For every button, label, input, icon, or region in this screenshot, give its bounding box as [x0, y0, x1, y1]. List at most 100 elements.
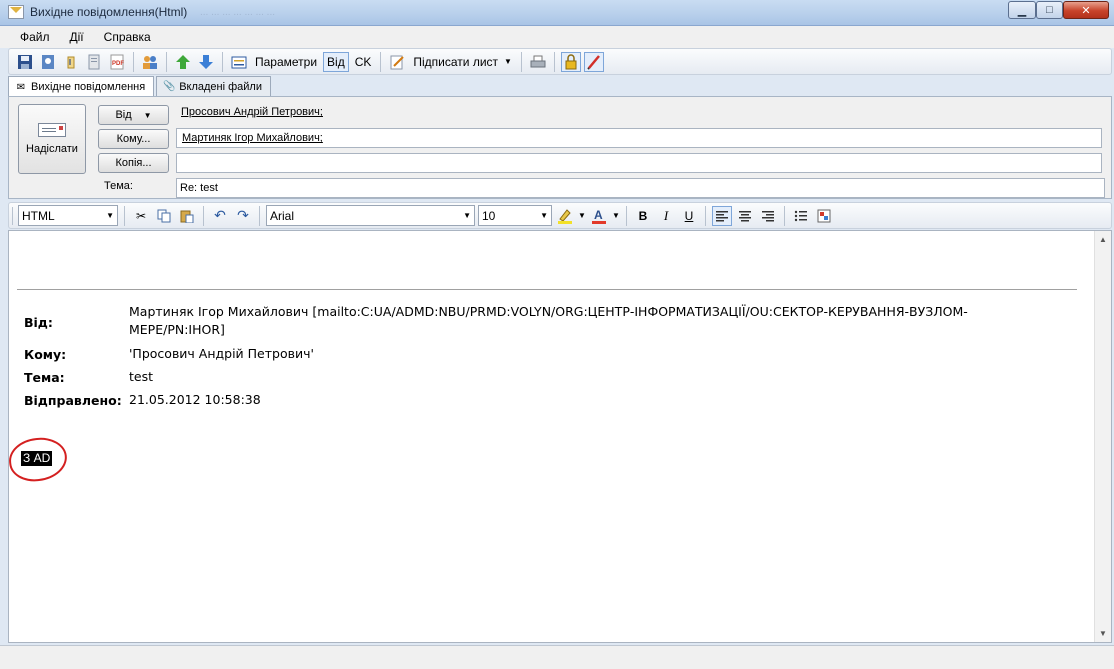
- maximize-icon: □: [1046, 4, 1053, 16]
- toolbar-separator: [203, 205, 204, 226]
- toolbar-separator: [520, 51, 522, 72]
- quoted-sent-label: Відправлено:: [24, 393, 122, 408]
- print-icon[interactable]: [528, 52, 548, 72]
- align-center-icon[interactable]: [735, 206, 755, 226]
- quoted-to-value: 'Просович Андрій Петрович': [129, 346, 314, 361]
- send-button[interactable]: Надіслати: [18, 104, 86, 174]
- ck-button[interactable]: CK: [352, 52, 375, 72]
- toolbar-separator: [124, 205, 125, 226]
- toolbar-separator: [705, 205, 706, 226]
- status-bar: [0, 645, 1114, 669]
- pdf-icon[interactable]: PDF: [107, 52, 127, 72]
- underline-icon[interactable]: U: [679, 206, 699, 226]
- bullet-list-icon[interactable]: [791, 206, 811, 226]
- close-button[interactable]: ✕: [1063, 1, 1109, 19]
- from-address[interactable]: Просович Андрій Петрович;: [181, 106, 323, 118]
- arrow-down-icon[interactable]: [196, 52, 216, 72]
- mode-value: HTML: [22, 208, 55, 223]
- to-button[interactable]: Кому...: [98, 129, 169, 149]
- copy-icon[interactable]: [154, 206, 174, 226]
- chevron-down-icon: ▼: [143, 110, 152, 120]
- align-left-icon[interactable]: [712, 205, 732, 226]
- maximize-button[interactable]: □: [1036, 1, 1063, 19]
- quoted-subject-value: test: [129, 369, 154, 384]
- undo-icon[interactable]: ↶: [210, 206, 230, 226]
- title-bar: Вихідне повідомлення(Html) ... ... ... .…: [0, 0, 1114, 26]
- chevron-down-icon[interactable]: ▼: [612, 206, 620, 226]
- toolbar-separator: [380, 51, 382, 72]
- menu-help[interactable]: Справка: [94, 30, 161, 44]
- from-button[interactable]: Від ▼: [98, 105, 169, 125]
- subject-input[interactable]: Re: test: [176, 178, 1105, 198]
- quoted-from-label: Від:: [24, 315, 53, 330]
- font-select[interactable]: Arial ▼: [266, 205, 475, 226]
- lock-icon[interactable]: [560, 51, 581, 72]
- quoted-sent-value: 21.05.2012 10:58:38: [129, 392, 261, 407]
- svg-text:PDF: PDF: [112, 61, 124, 67]
- font-value: Arial: [270, 208, 295, 223]
- paperclip-icon: 📎: [162, 81, 176, 92]
- attach-icon[interactable]: [61, 52, 81, 72]
- highlight-icon[interactable]: [555, 206, 575, 226]
- red-annotation-circle: [6, 435, 70, 484]
- message-body-editor[interactable]: Від: Мартиняк Ігор Михайлович [mailto:C:…: [6, 230, 1112, 643]
- chevron-down-icon[interactable]: ▼: [578, 206, 586, 226]
- cc-field[interactable]: [176, 153, 1102, 173]
- scroll-up-icon[interactable]: ▲: [1099, 235, 1107, 244]
- font-color-icon[interactable]: A: [589, 206, 609, 226]
- font-size-select[interactable]: 10 ▼: [478, 205, 552, 226]
- menu-bar: Файл Дії Справка: [0, 26, 1114, 48]
- minimize-button[interactable]: ▁: [1008, 1, 1036, 19]
- toolbar-separator: [133, 51, 134, 72]
- paste-icon[interactable]: [177, 206, 197, 226]
- toolbar-separator: [222, 51, 223, 72]
- scroll-down-icon[interactable]: ▼: [1099, 629, 1107, 638]
- envelope-icon: ✉: [16, 81, 26, 93]
- tab-attachments[interactable]: 📎 Вкладені файли: [156, 76, 271, 96]
- tab-label: Вкладені файли: [179, 80, 262, 93]
- sign-letter-button[interactable]: Підписати лист ▼: [410, 52, 515, 72]
- sign-letter-label: Підписати лист: [413, 54, 499, 69]
- send-envelope-icon: [38, 123, 66, 137]
- bold-icon[interactable]: B: [633, 206, 653, 226]
- svg-text:A: A: [594, 208, 603, 222]
- save-icon[interactable]: [15, 52, 35, 72]
- contacts-icon[interactable]: [140, 52, 160, 72]
- quoted-from-value: Мартиняк Ігор Михайлович [mailto:C:UA/AD…: [129, 304, 968, 337]
- pen-icon[interactable]: [583, 51, 604, 72]
- chevron-down-icon: ▼: [106, 211, 114, 220]
- from-toggle-button[interactable]: Від: [323, 51, 349, 72]
- redo-icon[interactable]: ↷: [233, 206, 253, 226]
- chevron-down-icon: ▼: [463, 211, 471, 220]
- quoted-to-label: Кому:: [24, 347, 67, 362]
- format-toolbar: HTML ▼ ✂ ↶ ↷ Arial ▼ 10 ▼ ▼ A ▼ B I U: [8, 202, 1112, 229]
- arrow-up-icon[interactable]: [173, 52, 193, 72]
- italic-icon[interactable]: I: [656, 206, 676, 226]
- insert-image-icon[interactable]: [814, 206, 834, 226]
- address-book-icon[interactable]: [38, 52, 58, 72]
- parameters-button[interactable]: Параметри: [252, 52, 320, 72]
- menu-actions[interactable]: Дії: [60, 30, 94, 44]
- cc-button[interactable]: Копія...: [98, 153, 169, 173]
- toolbar-separator: [259, 205, 260, 226]
- align-right-icon[interactable]: [758, 206, 778, 226]
- main-toolbar: PDF Параметри Від CK Підписати лист ▼: [8, 48, 1112, 75]
- tab-strip: ✉ Вихідне повідомлення 📎 Вкладені файли: [8, 76, 273, 97]
- chevron-down-icon: ▼: [540, 211, 548, 220]
- menu-file[interactable]: Файл: [10, 30, 60, 44]
- toolbar-separator: [553, 51, 555, 72]
- sign-icon: [387, 52, 407, 72]
- document-icon[interactable]: [84, 52, 104, 72]
- message-header-panel: Надіслати Від ▼ Просович Андрій Петрович…: [8, 96, 1112, 199]
- toolbar-grip: [12, 206, 13, 225]
- to-address[interactable]: Мартиняк Ігор Михайлович;: [182, 132, 323, 144]
- to-field[interactable]: Мартиняк Ігор Михайлович;: [176, 128, 1102, 148]
- from-button-label: Від: [115, 109, 132, 121]
- parameters-icon: [229, 52, 249, 72]
- mode-select[interactable]: HTML ▼: [18, 205, 118, 226]
- cut-icon[interactable]: ✂: [131, 206, 151, 226]
- send-label: Надіслати: [26, 143, 78, 155]
- vertical-scrollbar[interactable]: ▲ ▼: [1094, 231, 1111, 642]
- tab-outgoing-message[interactable]: ✉ Вихідне повідомлення: [8, 76, 155, 97]
- cc-button-label: Копія...: [115, 157, 152, 169]
